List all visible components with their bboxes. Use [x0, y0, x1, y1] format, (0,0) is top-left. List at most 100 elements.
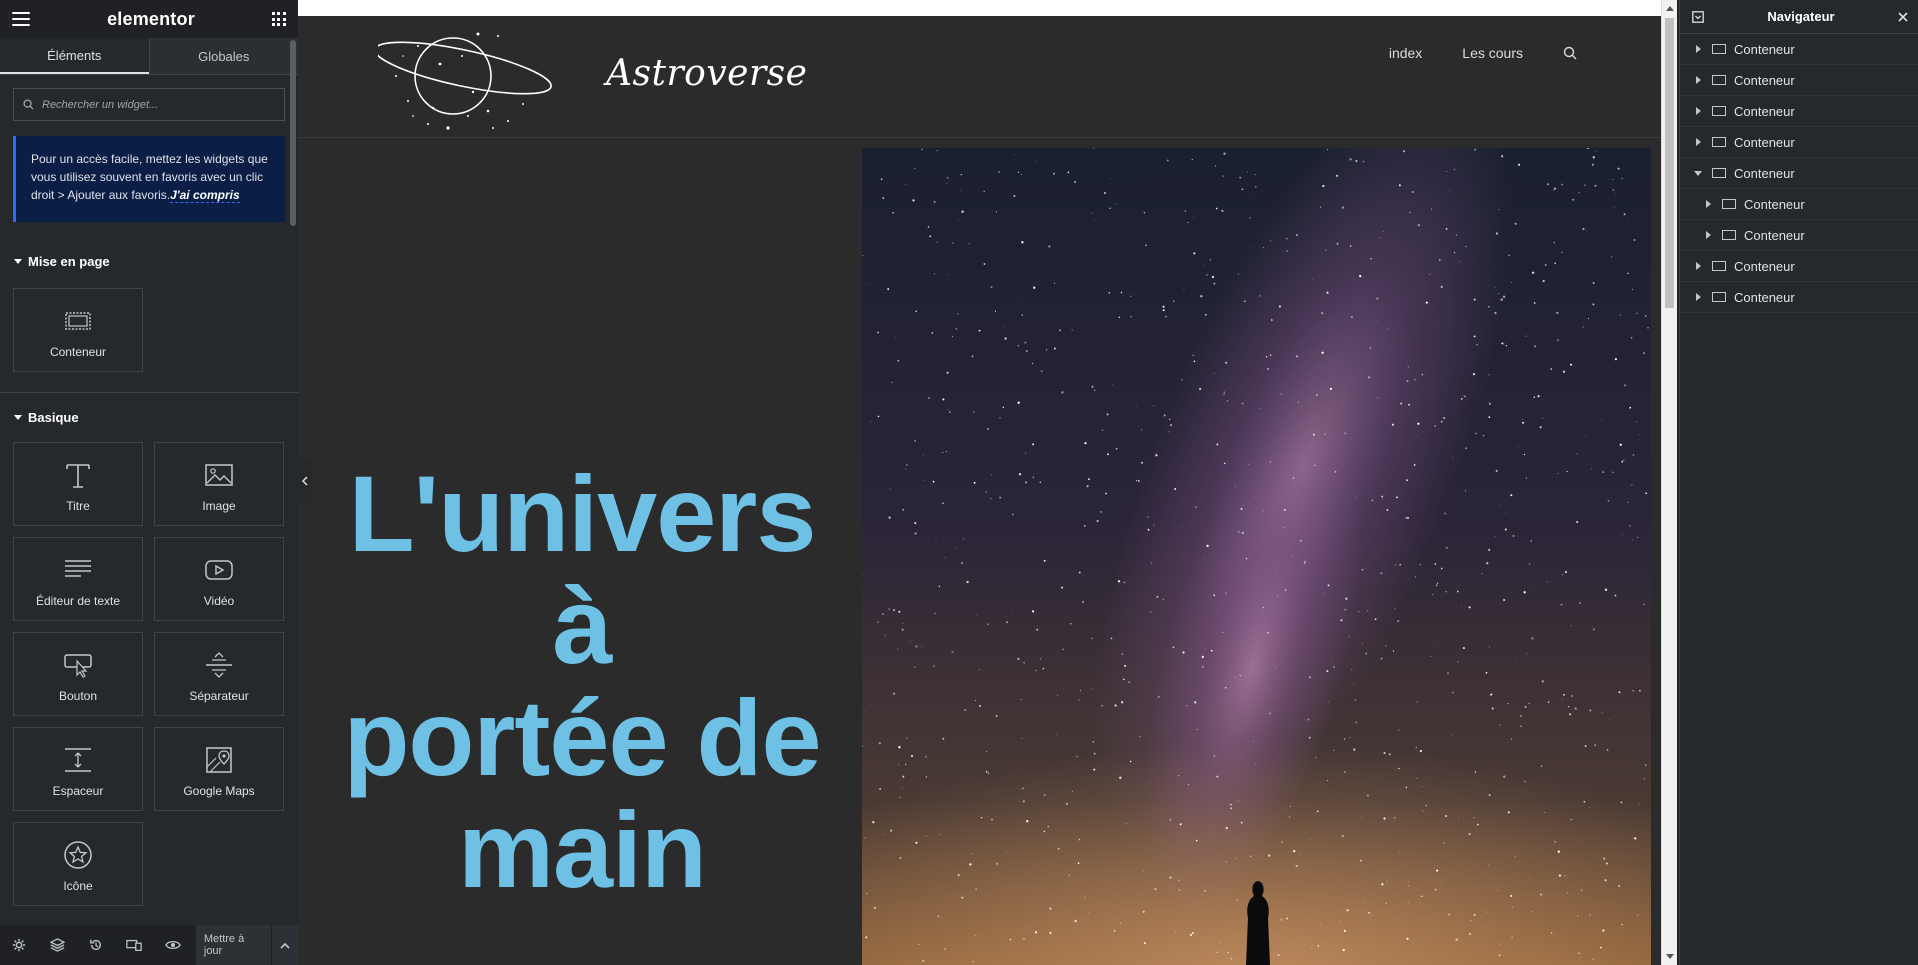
caret-right-icon[interactable]	[1688, 107, 1708, 115]
logo-text: Astroverse	[606, 53, 808, 94]
navigator-item[interactable]: Conteneur	[1680, 96, 1918, 127]
milky-way-image[interactable]	[862, 148, 1651, 965]
container-icon	[63, 307, 93, 335]
section-basic-toggle[interactable]: Basique	[0, 410, 79, 425]
widget-label: Séparateur	[189, 689, 249, 703]
close-icon[interactable]	[1898, 11, 1908, 22]
navigator-item[interactable]: Conteneur	[1680, 189, 1918, 220]
caret-right-icon[interactable]	[1688, 138, 1708, 146]
caret-right-icon[interactable]	[1688, 293, 1708, 301]
container-icon	[1712, 137, 1726, 147]
tab-elements[interactable]: Éléments	[0, 38, 149, 74]
navigator-tree: Conteneur Conteneur Conteneur Conteneur Cont…	[1680, 34, 1918, 313]
navigator-header: Navigateur	[1680, 0, 1918, 34]
video-icon	[204, 556, 234, 584]
apps-grid-icon[interactable]	[271, 12, 286, 26]
scroll-down-arrow-icon[interactable]	[1666, 954, 1674, 960]
container-icon	[1722, 230, 1736, 240]
search-input[interactable]	[42, 98, 242, 111]
notice-dismiss-link[interactable]: J'ai compris	[170, 188, 240, 203]
history-icon[interactable]	[77, 925, 115, 965]
settings-gear-icon[interactable]	[0, 925, 38, 965]
widget-video[interactable]: Vidéo	[154, 537, 284, 621]
widget-button[interactable]: Bouton	[13, 632, 143, 716]
planet-logo-icon	[374, 32, 552, 130]
widget-image[interactable]: Image	[154, 442, 284, 526]
container-icon	[1712, 75, 1726, 85]
panel-scrollbar[interactable]	[290, 40, 296, 226]
panel-tabs: Éléments Globales	[0, 38, 298, 75]
navigator-item[interactable]: Conteneur	[1680, 251, 1918, 282]
section-layout-toggle[interactable]: Mise en page	[0, 254, 298, 269]
navigator-item-label: Conteneur	[1734, 103, 1795, 119]
navigator-item-label: Conteneur	[1734, 134, 1795, 150]
caret-right-icon[interactable]	[1698, 231, 1718, 239]
navigator-item[interactable]: Conteneur	[1680, 158, 1918, 189]
navigator-item[interactable]: Conteneur	[1680, 220, 1918, 251]
navigator-item[interactable]: Conteneur	[1680, 282, 1918, 313]
search-icon[interactable]	[1563, 46, 1577, 60]
hero-heading-line: main	[457, 789, 707, 910]
panel-collapse-toggle[interactable]	[298, 458, 312, 504]
brand-logo: elementor	[107, 8, 195, 29]
widget-divider[interactable]: Séparateur	[154, 632, 284, 716]
widget-text-editor[interactable]: Éditeur de texte	[13, 537, 143, 621]
widget-label: Icône	[63, 879, 93, 893]
widget-search	[13, 88, 285, 121]
widget-label: Image	[202, 499, 236, 513]
night-sky-illustration	[862, 148, 1651, 965]
button-icon	[63, 651, 93, 679]
scroll-up-arrow-icon[interactable]	[1666, 5, 1674, 11]
widget-container[interactable]: Conteneur	[13, 288, 143, 372]
nav-link-courses[interactable]: Les cours	[1462, 45, 1523, 61]
elementor-editor: elementor Éléments Globales Pour un accè…	[0, 0, 1918, 965]
container-icon	[1722, 199, 1736, 209]
widget-icon[interactable]: Icône	[13, 822, 143, 906]
preview-canvas: Astroverse index Les cours L'univers à p…	[298, 0, 1661, 965]
hero-heading[interactable]: L'univers à portée de main	[312, 458, 852, 906]
widget-heading[interactable]: Titre	[13, 442, 143, 526]
collapse-all-icon[interactable]	[1692, 10, 1704, 23]
nav-link-index[interactable]: index	[1389, 45, 1422, 61]
site-header[interactable]: Astroverse index Les cours	[298, 16, 1661, 138]
navigator-item[interactable]: Conteneur	[1680, 65, 1918, 96]
hero-heading-line: portée de	[343, 677, 821, 798]
widget-label: Espaceur	[52, 784, 104, 798]
caret-down-icon	[14, 259, 22, 264]
layers-icon[interactable]	[38, 925, 76, 965]
tab-globals[interactable]: Globales	[148, 38, 298, 74]
chevron-up-icon[interactable]	[271, 925, 298, 965]
heading-icon	[63, 461, 93, 489]
widget-spacer[interactable]: Espaceur	[13, 727, 143, 811]
canvas-scrollbar[interactable]	[1661, 0, 1677, 965]
section-layout-label: Mise en page	[28, 254, 110, 269]
navigator-item[interactable]: Conteneur	[1680, 127, 1918, 158]
navigator-item-label: Conteneur	[1744, 196, 1805, 212]
container-icon	[1712, 106, 1726, 116]
widget-google-maps[interactable]: Google Maps	[154, 727, 284, 811]
responsive-mode-icon[interactable]	[115, 925, 153, 965]
chevron-left-icon	[302, 476, 308, 486]
container-icon	[1712, 292, 1726, 302]
navigator-item-label: Conteneur	[1734, 41, 1795, 57]
caret-right-icon[interactable]	[1688, 45, 1708, 53]
caret-right-icon[interactable]	[1698, 200, 1718, 208]
caret-right-icon[interactable]	[1688, 262, 1708, 270]
scrollbar-thumb[interactable]	[1665, 18, 1674, 308]
site-logo[interactable]: Astroverse	[374, 16, 807, 138]
caret-right-icon[interactable]	[1688, 76, 1708, 84]
caret-down-icon[interactable]	[1688, 170, 1708, 176]
update-button[interactable]: Mettre à jour	[195, 925, 272, 965]
widget-label: Éditeur de texte	[35, 594, 121, 608]
preview-eye-icon[interactable]	[154, 925, 192, 965]
search-icon	[23, 99, 34, 110]
widget-label: Titre	[66, 499, 90, 513]
navigator-item[interactable]: Conteneur	[1680, 34, 1918, 65]
site-nav: index Les cours	[1389, 45, 1577, 61]
divider-icon	[204, 651, 234, 679]
container-icon	[1712, 168, 1726, 178]
navigator-item-label: Conteneur	[1734, 289, 1795, 305]
hero-section[interactable]: L'univers à portée de main	[298, 138, 1661, 965]
menu-icon[interactable]	[12, 12, 30, 26]
maps-icon	[204, 746, 234, 774]
